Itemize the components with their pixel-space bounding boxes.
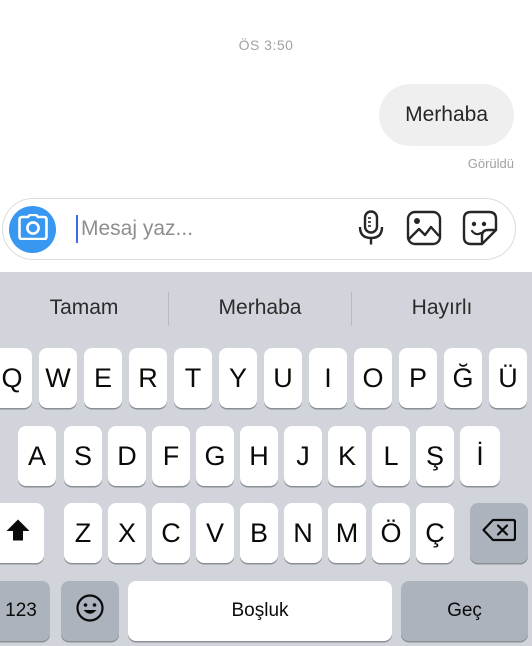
key-o-umlaut[interactable]: Ö — [372, 503, 410, 563]
key-m[interactable]: M — [328, 503, 366, 563]
key-g[interactable]: G — [196, 426, 234, 486]
key-d[interactable]: D — [108, 426, 146, 486]
suggestion-item[interactable]: Hayırlı — [352, 272, 532, 344]
key-w[interactable]: W — [39, 348, 77, 408]
key-i[interactable]: I — [309, 348, 347, 408]
key-h[interactable]: H — [240, 426, 278, 486]
seen-status: Görüldü — [467, 156, 514, 171]
sent-message-bubble[interactable]: Merhaba — [379, 84, 514, 146]
backspace-key[interactable] — [470, 503, 528, 563]
key-b[interactable]: B — [240, 503, 278, 563]
message-timestamp: ÖS 3:50 — [238, 37, 294, 53]
key-o[interactable]: O — [354, 348, 392, 408]
key-r[interactable]: R — [129, 348, 167, 408]
camera-button[interactable] — [9, 206, 56, 253]
camera-icon — [17, 213, 48, 245]
key-t[interactable]: T — [174, 348, 212, 408]
emoji-key[interactable] — [61, 581, 119, 641]
chat-area: ÖS 3:50 Merhaba Görüldü — [0, 0, 532, 272]
suggestion-bar: Tamam Merhaba Hayırlı — [0, 272, 532, 344]
shift-icon — [5, 518, 31, 549]
emoji-icon — [75, 593, 105, 630]
sticker-icon — [462, 210, 498, 251]
suggestion-item[interactable]: Merhaba — [169, 272, 351, 344]
key-x[interactable]: X — [108, 503, 146, 563]
numbers-key[interactable]: 123 — [0, 581, 50, 641]
key-v[interactable]: V — [196, 503, 234, 563]
key-s-cedilla[interactable]: Ş — [416, 426, 454, 486]
key-q[interactable]: Q — [0, 348, 32, 408]
key-i-dotted[interactable]: İ — [460, 426, 500, 486]
key-l[interactable]: L — [372, 426, 410, 486]
message-composer — [2, 198, 516, 260]
key-z[interactable]: Z — [64, 503, 102, 563]
message-input[interactable] — [75, 212, 341, 246]
key-f[interactable]: F — [152, 426, 190, 486]
key-k[interactable]: K — [328, 426, 366, 486]
microphone-icon — [358, 209, 384, 251]
gallery-icon — [406, 210, 442, 251]
message-text: Merhaba — [405, 103, 488, 126]
key-a[interactable]: A — [18, 426, 56, 486]
backspace-icon — [482, 518, 517, 549]
microphone-button[interactable] — [352, 209, 390, 251]
key-j[interactable]: J — [284, 426, 322, 486]
shift-key[interactable] — [0, 503, 44, 563]
key-c-cedilla[interactable]: Ç — [416, 503, 454, 563]
key-e[interactable]: E — [84, 348, 122, 408]
key-g-breve[interactable]: Ğ — [444, 348, 482, 408]
key-u-umlaut[interactable]: Ü — [489, 348, 527, 408]
keyboard: Tamam Merhaba Hayırlı Q W E R T Y U I O … — [0, 272, 532, 646]
key-u[interactable]: U — [264, 348, 302, 408]
suggestion-item[interactable]: Tamam — [0, 272, 168, 344]
gallery-button[interactable] — [405, 210, 443, 251]
key-s[interactable]: S — [64, 426, 102, 486]
return-key[interactable]: Geç — [401, 581, 528, 641]
key-p[interactable]: P — [399, 348, 437, 408]
key-n[interactable]: N — [284, 503, 322, 563]
sticker-button[interactable] — [461, 210, 499, 251]
key-c[interactable]: C — [152, 503, 190, 563]
key-y[interactable]: Y — [219, 348, 257, 408]
space-key[interactable]: Boşluk — [128, 581, 392, 641]
